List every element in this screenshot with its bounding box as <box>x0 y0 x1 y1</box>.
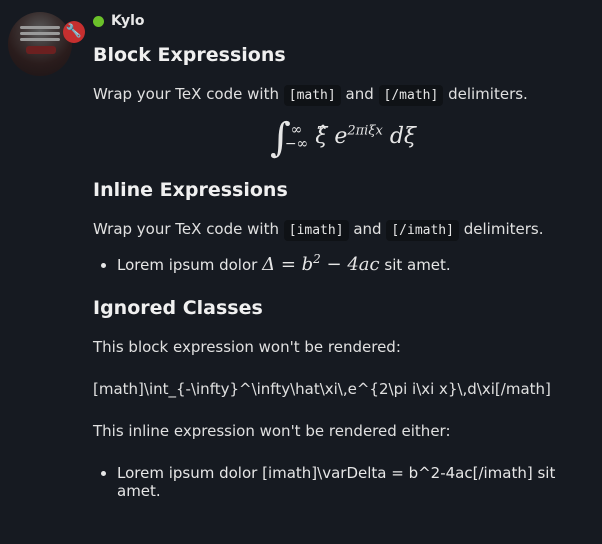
math-exponent: 2 <box>313 252 321 266</box>
rendered-block-math: ∫∞ −∞ ξ̂ e2πiξx dξ <box>93 115 593 167</box>
heading-inline-expressions: Inline Expressions <box>93 179 288 201</box>
math-exponent: 2πiξx <box>347 123 383 139</box>
text: Wrap your TeX code with <box>93 220 279 238</box>
text: and <box>345 85 374 103</box>
list-item: Lorem ipsum dolor Δ = b2 − 4ac sit amet. <box>117 252 593 275</box>
user-header: Kylo <box>93 13 145 29</box>
helmet-stripe <box>20 26 60 29</box>
text: delimiters. <box>448 85 528 103</box>
avatar-image <box>8 12 72 76</box>
code-imath-close: [/imath] <box>386 220 459 241</box>
code-imath-open: [imath] <box>283 220 349 241</box>
inline-example-list: Lorem ipsum dolor Δ = b2 − 4ac sit amet. <box>93 252 593 275</box>
list-item: Lorem ipsum dolor [imath]\varDelta = b^2… <box>117 464 593 500</box>
text: and <box>353 220 382 238</box>
ignored-block-text: This block expression won't be rendered: <box>93 338 401 356</box>
heading-block-expressions: Block Expressions <box>93 44 286 66</box>
ignored-inline-text: This inline expression won't be rendered… <box>93 422 451 440</box>
lower-limit: −∞ <box>284 136 309 152</box>
math-part: − 4ac <box>320 254 380 275</box>
code-math-open: [math] <box>283 85 341 106</box>
text: delimiters. <box>463 220 544 238</box>
rendered-inline-math: Δ = b2 − 4ac <box>262 252 380 275</box>
avatar[interactable]: 🔧 <box>8 12 85 76</box>
math-body: ξ̂ e <box>315 124 348 149</box>
text: Lorem ipsum dolor <box>117 256 258 274</box>
code-math-close: [/math] <box>378 85 444 106</box>
helmet-visor <box>26 46 56 54</box>
block-instructions: Wrap your TeX code with [math] and [/mat… <box>93 85 593 106</box>
helmet-stripe <box>20 32 60 35</box>
username[interactable]: Kylo <box>111 13 145 29</box>
ignored-inline-list: Lorem ipsum dolor [imath]\varDelta = b^2… <box>93 464 593 500</box>
math-tail: dξ <box>382 124 417 149</box>
heading-ignored-classes: Ignored Classes <box>93 297 263 319</box>
text: sit amet. <box>384 256 451 274</box>
inline-instructions: Wrap your TeX code with [imath] and [/im… <box>93 220 593 241</box>
message-content: Block Expressions Wrap your TeX code wit… <box>93 44 593 500</box>
ignored-block-raw: [math]\int_{-\infty}^\infty\hat\xi\,e^{2… <box>93 380 551 398</box>
integral-limits: ∞ −∞ <box>285 123 308 151</box>
helmet-stripe <box>20 38 60 41</box>
online-status-icon <box>93 15 104 27</box>
text: Wrap your TeX code with <box>93 85 279 103</box>
math-part: Δ = b <box>262 254 314 275</box>
wrench-icon: 🔧 <box>63 21 85 43</box>
